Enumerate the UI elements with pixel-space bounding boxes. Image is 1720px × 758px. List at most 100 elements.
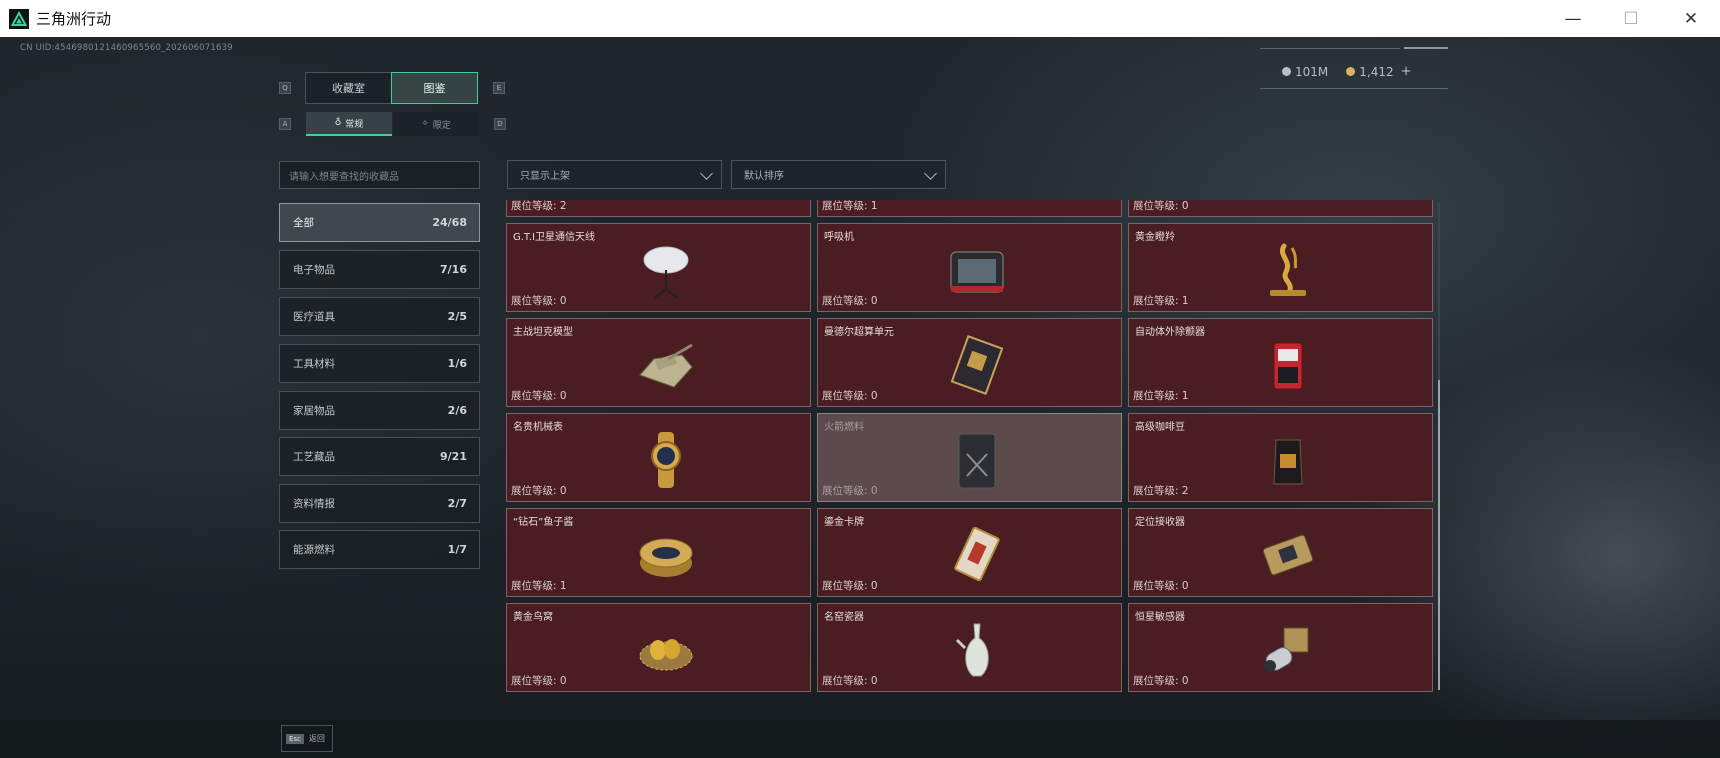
back-button[interactable]: Esc 返回 bbox=[281, 725, 333, 752]
sort-dropdown[interactable]: 默认排序 bbox=[731, 160, 946, 189]
category-all[interactable]: 全部 24/68 bbox=[279, 203, 480, 242]
collection-card[interactable]: 自动体外除颤器 展位等级: 1 bbox=[1128, 318, 1433, 407]
gps-receiver-icon bbox=[1262, 534, 1314, 576]
booth-level: 展位等级: 1 bbox=[1133, 390, 1189, 402]
subtab-regular[interactable]: ♁ 常规 bbox=[306, 112, 392, 136]
gold-coin-icon bbox=[1346, 67, 1356, 76]
category-label: 医疗道具 bbox=[293, 311, 335, 323]
minimize-button[interactable]: — bbox=[1544, 0, 1602, 37]
category-household[interactable]: 家居物品 2/6 bbox=[279, 391, 480, 430]
collection-card[interactable]: 高级咖啡豆 展位等级: 2 bbox=[1128, 413, 1433, 502]
item-name: 呼吸机 bbox=[824, 232, 854, 243]
limited-icon: ✧ bbox=[421, 119, 429, 129]
category-count: 1/6 bbox=[447, 357, 467, 370]
collection-card[interactable]: 名窑瓷器 展位等级: 0 bbox=[817, 603, 1122, 692]
key-hint-a: A bbox=[279, 118, 291, 130]
key-hint-q: Q bbox=[279, 82, 291, 94]
booth-level: 展位等级: 0 bbox=[511, 295, 567, 307]
search-input[interactable]: 请输入想要查找的收藏品 bbox=[279, 161, 480, 189]
collection-card[interactable]: 曼德尔超算单元 展位等级: 0 bbox=[817, 318, 1122, 407]
subtab-regular-label: 常规 bbox=[345, 119, 364, 130]
currency-bar: 101M 1,412 + bbox=[1282, 64, 1412, 79]
collection-grid: 展位等级: 2 展位等级: 1 展位等级: 0 G.T.I卫星通信天线 展位等级… bbox=[505, 200, 1435, 692]
item-name: 自动体外除颤器 bbox=[1135, 327, 1205, 338]
collection-card[interactable]: 黄金瞪羚 展位等级: 1 bbox=[1128, 223, 1433, 312]
coffee-bag-icon bbox=[1273, 439, 1303, 485]
silver-coin-icon bbox=[1282, 67, 1291, 76]
satellite-dish-icon bbox=[643, 246, 689, 299]
booth-level: 展位等级: 0 bbox=[1133, 200, 1189, 212]
window-title: 三角洲行动 bbox=[36, 10, 112, 28]
collection-card[interactable]: 主战坦克模型 展位等级: 0 bbox=[506, 318, 811, 407]
collection-card[interactable]: 鎏金卡牌 展位等级: 0 bbox=[817, 508, 1122, 597]
category-medical[interactable]: 医疗道具 2/5 bbox=[279, 297, 480, 336]
collection-card[interactable]: 黄金鸟窝 展位等级: 0 bbox=[506, 603, 811, 692]
booth-level: 展位等级: 1 bbox=[511, 580, 567, 592]
category-label: 全部 bbox=[293, 217, 314, 229]
collection-card[interactable]: 火箭燃料 展位等级: 0 bbox=[817, 413, 1122, 502]
tank-model-icon bbox=[639, 343, 693, 388]
display-filter-dropdown[interactable]: 只显示上架 bbox=[507, 160, 722, 189]
add-currency-button[interactable]: + bbox=[1401, 64, 1412, 79]
wristwatch-icon bbox=[651, 432, 681, 488]
item-name: 恒星敏感器 bbox=[1135, 612, 1185, 623]
collection-card[interactable]: 呼吸机 展位等级: 0 bbox=[817, 223, 1122, 312]
booth-level: 展位等级: 0 bbox=[822, 675, 878, 687]
defibrillator-icon bbox=[1273, 342, 1303, 390]
star-sensor-icon bbox=[1264, 627, 1309, 672]
golden-nest-icon bbox=[639, 639, 693, 671]
subtab-limited[interactable]: ✧ 限定 bbox=[393, 112, 479, 136]
category-count: 24/68 bbox=[432, 216, 467, 229]
item-name: 曼德尔超算单元 bbox=[824, 327, 894, 338]
collection-card[interactable]: 展位等级: 2 bbox=[506, 200, 811, 217]
subtab-limited-label: 限定 bbox=[432, 120, 451, 131]
silver-balance: 101M bbox=[1295, 64, 1329, 79]
display-filter-value: 只显示上架 bbox=[520, 171, 570, 182]
category-label: 家居物品 bbox=[293, 405, 335, 417]
category-electronics[interactable]: 电子物品 7/16 bbox=[279, 250, 480, 289]
category-label: 能源燃料 bbox=[293, 544, 335, 556]
maximize-button[interactable]: ☐ bbox=[1602, 0, 1660, 37]
item-name: 定位接收器 bbox=[1135, 517, 1185, 528]
bottom-bar bbox=[0, 720, 1720, 758]
collection-card[interactable]: 定位接收器 展位等级: 0 bbox=[1128, 508, 1433, 597]
collection-card[interactable]: 名贵机械表 展位等级: 0 bbox=[506, 413, 811, 502]
grid-scrollbar-thumb[interactable] bbox=[1438, 380, 1440, 690]
collection-card[interactable]: “钻石”鱼子酱 展位等级: 1 bbox=[506, 508, 811, 597]
category-label: 资料情报 bbox=[293, 498, 335, 510]
chevron-down-icon bbox=[700, 167, 713, 180]
medal-icon: ♁ bbox=[334, 118, 342, 128]
caviar-tin-icon bbox=[639, 538, 693, 577]
category-intel[interactable]: 资料情报 2/7 bbox=[279, 484, 480, 523]
item-name: 名窑瓷器 bbox=[824, 612, 864, 623]
hud-divider-accent bbox=[1404, 47, 1448, 49]
booth-level: 展位等级: 0 bbox=[822, 295, 878, 307]
category-label: 电子物品 bbox=[293, 264, 335, 276]
title-bar: 三角洲行动 — ☐ ✕ bbox=[0, 0, 1720, 37]
item-name: 黄金鸟窝 bbox=[513, 612, 553, 623]
category-count: 9/21 bbox=[440, 450, 467, 463]
collection-card[interactable]: 恒星敏感器 展位等级: 0 bbox=[1128, 603, 1433, 692]
chevron-down-icon bbox=[924, 167, 937, 180]
tab-collection-room[interactable]: 收藏室 bbox=[305, 72, 392, 104]
booth-level: 展位等级: 2 bbox=[1133, 485, 1189, 497]
ventilator-icon bbox=[950, 251, 1004, 293]
item-name: 鎏金卡牌 bbox=[824, 517, 864, 528]
tab-catalog[interactable]: 图鉴 bbox=[391, 72, 478, 104]
hud-divider bbox=[1260, 88, 1448, 89]
category-tools[interactable]: 工具材料 1/6 bbox=[279, 344, 480, 383]
item-name: 主战坦克模型 bbox=[513, 327, 573, 338]
booth-level: 展位等级: 0 bbox=[822, 580, 878, 592]
booth-level: 展位等级: 0 bbox=[511, 485, 567, 497]
category-energy[interactable]: 能源燃料 1/7 bbox=[279, 530, 480, 569]
booth-level: 展位等级: 0 bbox=[1133, 580, 1189, 592]
collection-card[interactable]: G.T.I卫星通信天线 展位等级: 0 bbox=[506, 223, 811, 312]
collection-card[interactable]: 展位等级: 1 bbox=[817, 200, 1122, 217]
category-crafts[interactable]: 工艺藏品 9/21 bbox=[279, 437, 480, 476]
item-name: 高级咖啡豆 bbox=[1135, 422, 1185, 433]
collection-card[interactable]: 展位等级: 0 bbox=[1128, 200, 1433, 217]
close-button[interactable]: ✕ bbox=[1662, 0, 1720, 37]
booth-level: 展位等级: 2 bbox=[511, 200, 567, 212]
item-name: 黄金瞪羚 bbox=[1135, 232, 1175, 243]
item-name: “钻石”鱼子酱 bbox=[513, 517, 574, 528]
